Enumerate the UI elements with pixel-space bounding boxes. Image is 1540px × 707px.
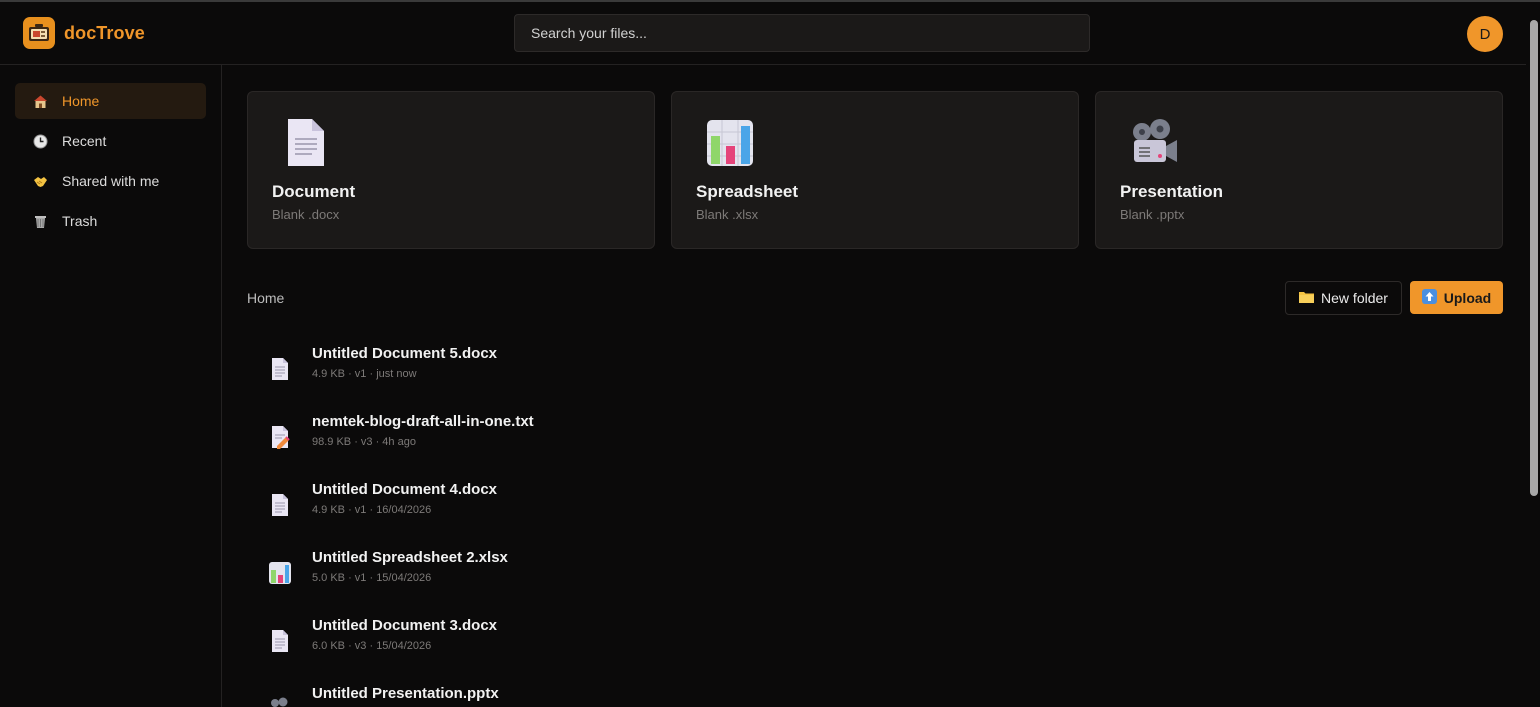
document-icon <box>269 629 291 653</box>
handshake-icon <box>33 174 48 189</box>
avatar[interactable]: D <box>1467 16 1503 52</box>
file-name: Untitled Presentation.pptx <box>312 685 499 702</box>
card-title: Document <box>272 182 356 201</box>
file-meta: 98.9 KB · v3 · 4h ago <box>312 436 416 448</box>
bar-chart-icon <box>269 561 291 585</box>
new-document-card[interactable]: Document Blank .docx <box>247 91 655 249</box>
file-row[interactable]: Untitled Spreadsheet 2.xlsx 5.0 KB · v1 … <box>247 546 1503 606</box>
new-folder-button[interactable]: New folder <box>1285 281 1402 315</box>
brand[interactable]: docTrove <box>23 17 145 49</box>
upload-button[interactable]: Upload <box>1410 281 1503 314</box>
file-meta: 4.9 KB · v1 · just now <box>312 368 417 380</box>
breadcrumb[interactable]: Home <box>247 290 284 306</box>
document-icon <box>282 118 330 168</box>
clock-icon <box>33 134 48 149</box>
folder-icon <box>1299 290 1315 306</box>
upload-label: Upload <box>1443 289 1492 306</box>
app-window: docTrove D Home Recent Shared with me <box>0 0 1540 707</box>
logo-icon <box>23 17 55 49</box>
file-name: Untitled Spreadsheet 2.xlsx <box>312 549 508 566</box>
file-meta: 4.9 KB · v1 · 16/04/2026 <box>312 504 432 516</box>
file-name: Untitled Document 4.docx <box>312 481 498 498</box>
film-projector-icon <box>269 697 291 707</box>
document-icon <box>269 357 291 381</box>
sidebar-item-label: Home <box>62 93 100 109</box>
sidebar: Home Recent Shared with me Trash <box>0 65 222 707</box>
up-arrow-icon <box>1421 288 1437 307</box>
scrollbar-thumb[interactable] <box>1530 20 1538 496</box>
brand-name: docTrove <box>64 22 145 43</box>
sidebar-item-trash[interactable]: Trash <box>15 203 206 239</box>
card-subtitle: Blank .pptx <box>1120 207 1185 222</box>
sidebar-item-home[interactable]: Home <box>15 83 206 119</box>
sidebar-item-shared[interactable]: Shared with me <box>15 163 206 199</box>
memo-icon <box>269 425 291 449</box>
film-projector-icon <box>1130 118 1178 168</box>
file-name: nemtek-blog-draft-all-in-one.txt <box>312 413 534 430</box>
new-spreadsheet-card[interactable]: Spreadsheet Blank .xlsx <box>671 91 1079 249</box>
file-meta: 5.0 KB · v1 · 15/04/2026 <box>312 572 432 584</box>
file-row[interactable]: Untitled Document 3.docx 6.0 KB · v3 · 1… <box>247 614 1503 674</box>
document-icon <box>269 493 291 517</box>
file-row[interactable]: Untitled Document 5.docx 4.9 KB · v1 · j… <box>247 342 1503 402</box>
sidebar-item-recent[interactable]: Recent <box>15 123 206 159</box>
card-title: Spreadsheet <box>696 182 799 201</box>
sidebar-item-label: Trash <box>62 213 98 229</box>
file-row[interactable]: Untitled Document 4.docx 4.9 KB · v1 · 1… <box>247 478 1503 538</box>
file-row[interactable]: Untitled Presentation.pptx <box>247 682 1503 707</box>
file-row[interactable]: nemtek-blog-draft-all-in-one.txt 98.9 KB… <box>247 410 1503 470</box>
house-icon <box>33 94 48 109</box>
new-presentation-card[interactable]: Presentation Blank .pptx <box>1095 91 1503 249</box>
card-title: Presentation <box>1120 182 1223 201</box>
search-input[interactable] <box>514 14 1090 52</box>
card-subtitle: Blank .docx <box>272 207 340 222</box>
file-meta: 6.0 KB · v3 · 15/04/2026 <box>312 640 432 652</box>
new-folder-label: New folder <box>1321 290 1388 306</box>
file-name: Untitled Document 5.docx <box>312 345 498 362</box>
wastebasket-icon <box>33 214 48 229</box>
sidebar-item-label: Shared with me <box>62 173 160 189</box>
sidebar-item-label: Recent <box>62 133 107 149</box>
file-name: Untitled Document 3.docx <box>312 617 498 634</box>
card-subtitle: Blank .xlsx <box>696 207 759 222</box>
top-bar: docTrove D <box>0 2 1526 65</box>
bar-chart-icon <box>706 118 754 168</box>
